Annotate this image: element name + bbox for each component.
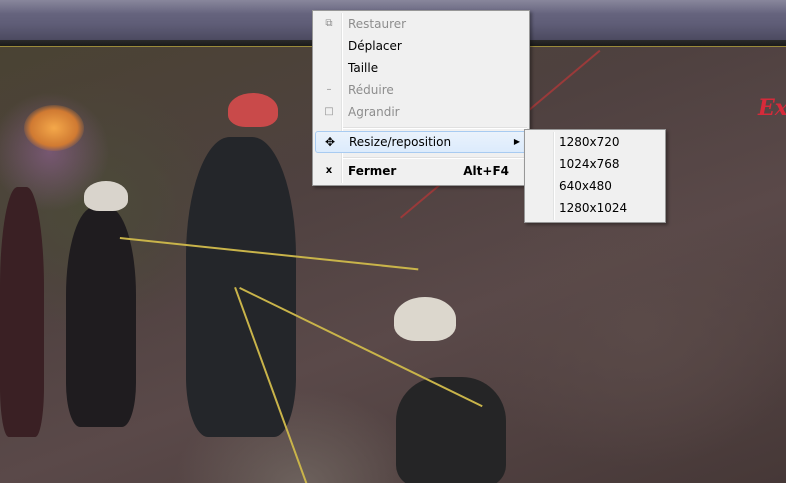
system-context-menu: ⧉ Restaurer Déplacer Taille – Réduire □ … xyxy=(312,10,530,186)
submenu-item-1280x1024[interactable]: 1280x1024 xyxy=(527,197,663,219)
helmet-white xyxy=(84,181,128,211)
maximize-icon: □ xyxy=(324,106,334,117)
menu-item-move[interactable]: Déplacer xyxy=(315,35,527,57)
move-icon: ✥ xyxy=(324,135,336,149)
menu-item-minimize[interactable]: – Réduire xyxy=(315,79,527,101)
menu-item-restore[interactable]: ⧉ Restaurer xyxy=(315,13,527,35)
resize-submenu: 1280x720 1024x768 640x480 1280x1024 xyxy=(524,129,666,223)
menu-separator xyxy=(343,157,527,159)
menu-item-maximize[interactable]: □ Agrandir xyxy=(315,101,527,123)
submenu-item-1280x720[interactable]: 1280x720 xyxy=(527,131,663,153)
climber-edge xyxy=(0,187,44,437)
menu-item-close[interactable]: x Fermer Alt+F4 xyxy=(315,160,527,182)
close-icon: x xyxy=(325,165,333,176)
submenu-arrow-icon: ▶ xyxy=(513,137,520,146)
helmet-red xyxy=(228,93,278,127)
restore-icon: ⧉ xyxy=(325,18,333,29)
helmet-front xyxy=(394,297,456,341)
climber-left xyxy=(66,207,136,427)
climber-front xyxy=(396,377,506,483)
menu-item-resize-reposition[interactable]: ✥ Resize/reposition ▶ xyxy=(315,131,529,153)
submenu-item-1024x768[interactable]: 1024x768 xyxy=(527,153,663,175)
minimize-icon: – xyxy=(326,84,332,95)
brand-watermark: Ex xyxy=(758,95,786,121)
menu-separator xyxy=(343,127,527,129)
submenu-item-640x480[interactable]: 640x480 xyxy=(527,175,663,197)
shortcut-label: Alt+F4 xyxy=(463,164,509,178)
lens-flare xyxy=(24,105,84,151)
menu-item-size[interactable]: Taille xyxy=(315,57,527,79)
